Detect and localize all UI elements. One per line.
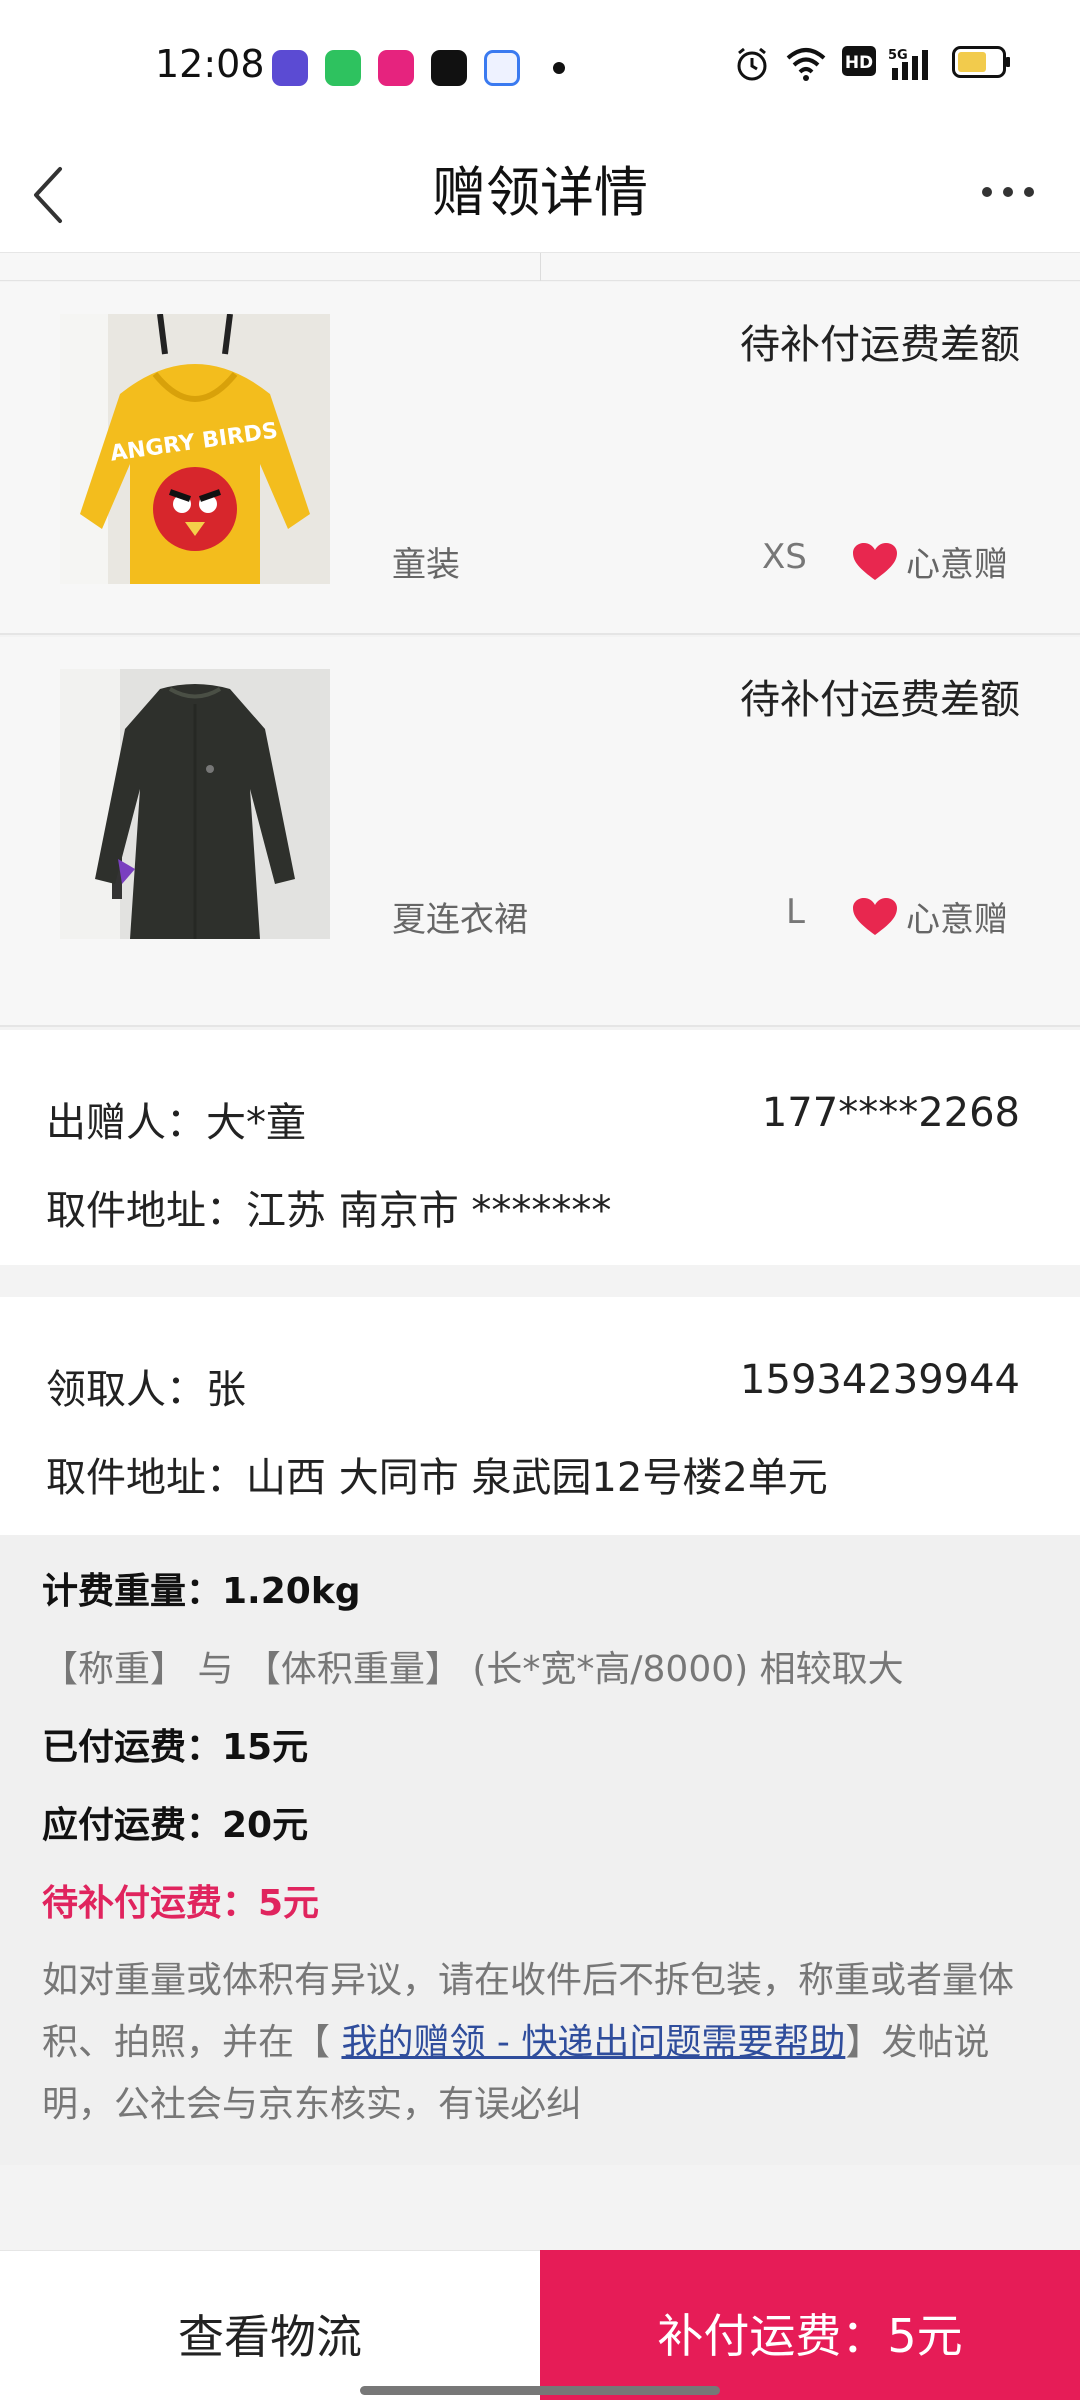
- item-photo-dress[interactable]: [60, 669, 330, 939]
- item-tag: 心意赠: [906, 545, 1008, 585]
- heart-icon: [853, 543, 897, 580]
- gift-item-card[interactable]: ANGRY BIRDS 待补付运费差额 童装 XS 心意赠: [0, 282, 1080, 635]
- svg-text:5G: 5G: [888, 48, 908, 63]
- view-logistics-button[interactable]: 查看物流: [0, 2250, 540, 2400]
- giver-address: 取件地址：江苏 南京市 *******: [46, 1188, 612, 1234]
- page-title: 赠领详情: [432, 161, 648, 224]
- battery-icon: [952, 46, 1010, 78]
- receiver-section: 领取人：张 15934239944 取件地址：山西 大同市 泉武园12号楼2单元: [0, 1297, 1080, 1535]
- more-notifications-dot: [553, 62, 565, 74]
- receiver-address: 取件地址：山西 大同市 泉武园12号楼2单元: [46, 1455, 828, 1501]
- receiver-phone: 15934239944: [740, 1357, 1020, 1403]
- bottom-action-bar: 查看物流 补付运费：5元: [0, 2250, 1080, 2400]
- item-status: 待补付运费差额: [740, 677, 1020, 723]
- message-notification-icon: [325, 50, 361, 86]
- shop-notification-icon: [378, 50, 414, 86]
- wifi-icon: [786, 48, 826, 81]
- app-notification-icon: [272, 50, 308, 86]
- item-name: 童装: [392, 545, 460, 585]
- item-size: L: [786, 892, 805, 932]
- status-bar: 12:08 HD 5G: [0, 0, 1080, 135]
- divider-line: [540, 253, 541, 281]
- item-size: XS: [762, 537, 807, 577]
- svg-text:HD: HD: [845, 53, 873, 73]
- paid-freight: 已付运费：15元: [42, 1727, 309, 1768]
- dispute-note: 如对重量或体积有异议，请在收件后不拆包装，称重或者量体积、拍照，并在【 我的赠领…: [42, 1950, 1042, 2136]
- pending-freight: 待补付运费：5元: [42, 1883, 320, 1924]
- weight-rule: 【称重】 与 【体积重量】 (长*宽*高/8000) 相较取大: [42, 1649, 904, 1690]
- pay-freight-button[interactable]: 补付运费：5元: [540, 2250, 1080, 2400]
- tiktok-notification-icon: [431, 50, 467, 86]
- help-link[interactable]: 我的赠领 - 快递出问题需要帮助: [341, 2022, 845, 2063]
- item-status: 待补付运费差额: [740, 322, 1020, 368]
- giver-section: 出赠人：大*童 177****2268 取件地址：江苏 南京市 *******: [0, 1030, 1080, 1265]
- payable-freight: 应付运费：20元: [42, 1805, 309, 1846]
- alarm-icon: [737, 47, 767, 81]
- giver-phone: 177****2268: [761, 1090, 1020, 1136]
- heart-icon: [853, 898, 897, 935]
- billing-weight: 计费重量：1.20kg: [42, 1571, 361, 1612]
- item-tag: 心意赠: [906, 900, 1008, 940]
- browser-notification-icon: [484, 50, 520, 86]
- home-indicator[interactable]: [360, 2386, 720, 2395]
- receiver-name: 领取人：张: [46, 1367, 246, 1413]
- status-time: 12:08: [155, 42, 265, 86]
- gift-item-card[interactable]: 待补付运费差额 夏连衣裙 L 心意赠: [0, 637, 1080, 1027]
- item-photo-hoodie[interactable]: ANGRY BIRDS: [60, 314, 330, 584]
- view-logistics-label: 查看物流: [178, 2310, 362, 2364]
- pay-freight-label: 补付运费：5元: [657, 2309, 963, 2363]
- hd-icon: HD: [842, 46, 876, 76]
- signal-5g-icon: 5G: [888, 48, 928, 80]
- giver-name: 出赠人：大*童: [46, 1100, 306, 1146]
- item-name: 夏连衣裙: [392, 900, 528, 940]
